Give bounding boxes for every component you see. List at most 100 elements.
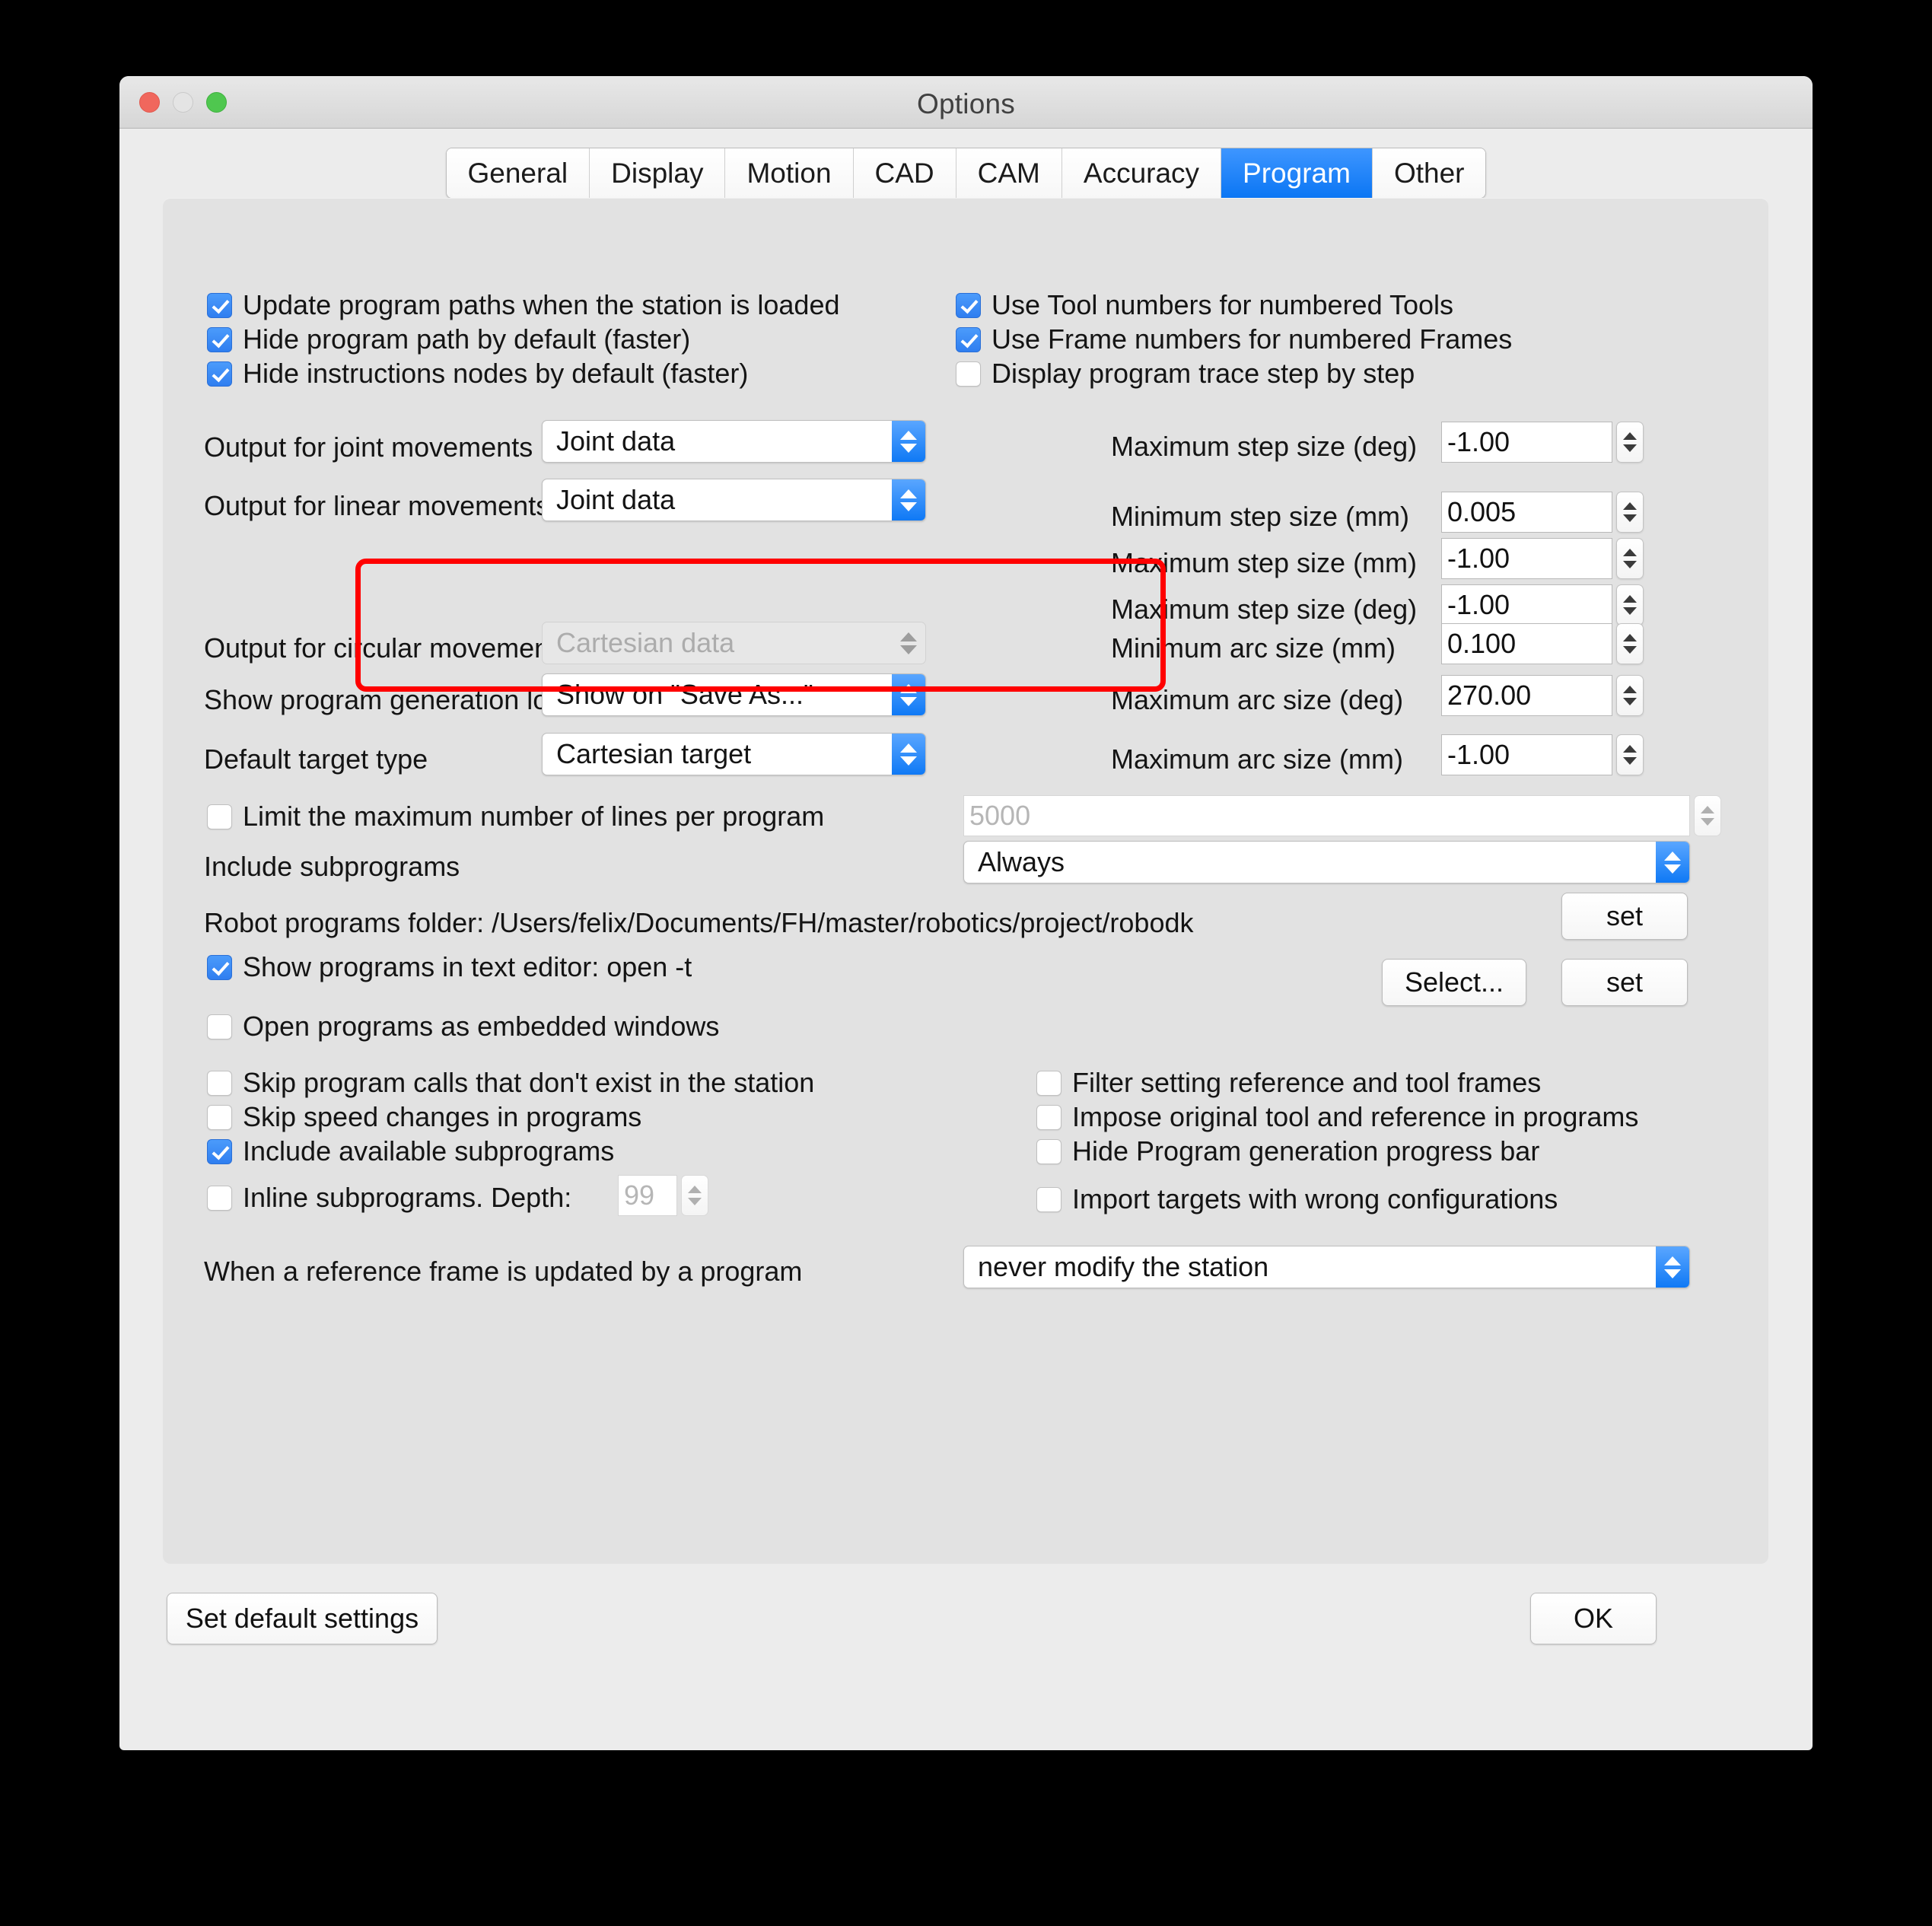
- checkmark-icon[interactable]: [207, 361, 232, 387]
- spinner-value[interactable]: 270.00: [1441, 675, 1612, 716]
- tab-cam[interactable]: CAM: [956, 148, 1062, 199]
- checkmark-icon[interactable]: [207, 292, 232, 318]
- label-output-linear-movements: Output for linear movements: [204, 490, 550, 521]
- checkbox-hide-progress-bar[interactable]: Hide Program generation progress bar: [1036, 1135, 1539, 1167]
- program-settings-panel: Update program paths when the station is…: [163, 198, 1768, 1564]
- label-include-subprograms: Include subprograms: [204, 851, 460, 882]
- set-programs-folder-button[interactable]: set: [1561, 893, 1688, 940]
- tab-bar: General Display Motion CAD CAM Accuracy …: [119, 148, 1813, 199]
- checkmark-icon[interactable]: [207, 1138, 232, 1164]
- spinner-value[interactable]: 0.005: [1441, 492, 1612, 533]
- checkbox-inline-subprograms[interactable]: Inline subprograms. Depth:: [207, 1182, 571, 1214]
- tab-cad[interactable]: CAD: [853, 148, 956, 199]
- checkbox-hide-instructions-nodes[interactable]: Hide instructions nodes by default (fast…: [207, 358, 748, 390]
- spinner-value[interactable]: -1.00: [1441, 422, 1612, 463]
- tab-other[interactable]: Other: [1372, 148, 1486, 199]
- stepper-arrows-icon[interactable]: [1616, 675, 1644, 716]
- window-titlebar: Options: [119, 76, 1813, 129]
- empty-checkbox-icon[interactable]: [207, 1070, 232, 1096]
- spinner-maximum-arc-size-mm[interactable]: -1.00: [1441, 734, 1644, 775]
- label-reference-frame-updated: When a reference frame is updated by a p…: [204, 1256, 803, 1287]
- label-maximum-step-size-mm: Maximum step size (mm): [1111, 547, 1418, 578]
- empty-checkbox-icon[interactable]: [1036, 1070, 1061, 1096]
- checkbox-skip-program-calls[interactable]: Skip program calls that don't exist in t…: [207, 1067, 814, 1099]
- stepper-arrows-icon[interactable]: [1616, 734, 1644, 775]
- chevron-updown-icon[interactable]: [892, 674, 925, 715]
- label-default-target-type: Default target type: [204, 743, 428, 775]
- checkbox-use-tool-numbers[interactable]: Use Tool numbers for numbered Tools: [956, 289, 1453, 321]
- tab-display[interactable]: Display: [590, 148, 726, 199]
- checkbox-import-targets-wrong-config[interactable]: Import targets with wrong configurations: [1036, 1183, 1558, 1215]
- spinner-value[interactable]: 0.100: [1441, 623, 1612, 664]
- empty-checkbox-icon[interactable]: [207, 1104, 232, 1130]
- select-text-editor-button[interactable]: Select...: [1382, 959, 1526, 1006]
- checkbox-update-program-paths[interactable]: Update program paths when the station is…: [207, 289, 840, 321]
- checkbox-skip-speed-changes[interactable]: Skip speed changes in programs: [207, 1101, 641, 1133]
- window-title: Options: [917, 88, 1015, 119]
- checkmark-icon[interactable]: [956, 326, 981, 352]
- checkbox-include-available-subprograms[interactable]: Include available subprograms: [207, 1135, 614, 1167]
- label-robot-programs-folder: Robot programs folder: /Users/felix/Docu…: [204, 907, 1194, 938]
- checkbox-filter-setting-reference[interactable]: Filter setting reference and tool frames: [1036, 1067, 1541, 1099]
- empty-checkbox-icon[interactable]: [207, 804, 232, 829]
- empty-checkbox-icon[interactable]: [1036, 1138, 1061, 1164]
- spinner-maximum-step-size-mm[interactable]: -1.00: [1441, 538, 1644, 579]
- stepper-arrows-icon[interactable]: [1616, 492, 1644, 533]
- inline-depth-input[interactable]: 99: [618, 1175, 677, 1216]
- spinner-value[interactable]: -1.00: [1441, 538, 1612, 579]
- checkmark-icon[interactable]: [956, 292, 981, 318]
- label-maximum-step-size-deg-1: Maximum step size (deg): [1111, 431, 1418, 462]
- stepper-arrows-icon[interactable]: [1616, 538, 1644, 579]
- spinner-max-lines[interactable]: 5000: [963, 795, 1721, 836]
- tab-motion[interactable]: Motion: [725, 148, 854, 199]
- ok-button[interactable]: OK: [1530, 1593, 1657, 1644]
- checkbox-open-embedded-windows[interactable]: Open programs as embedded windows: [207, 1011, 719, 1043]
- label-minimum-arc-size-mm: Minimum arc size (mm): [1111, 632, 1396, 664]
- combo-default-target-type[interactable]: Cartesian target: [542, 733, 926, 775]
- tab-program[interactable]: Program: [1221, 148, 1373, 199]
- chevron-updown-icon[interactable]: [1656, 1246, 1689, 1288]
- spinner-inline-depth[interactable]: 99: [618, 1175, 708, 1216]
- spinner-maximum-step-size-deg-1[interactable]: -1.00: [1441, 422, 1644, 463]
- empty-checkbox-icon[interactable]: [1036, 1104, 1061, 1130]
- spinner-maximum-arc-size-deg[interactable]: 270.00: [1441, 675, 1644, 716]
- checkbox-impose-original-tool[interactable]: Impose original tool and reference in pr…: [1036, 1101, 1638, 1133]
- spinner-value[interactable]: -1.00: [1441, 734, 1612, 775]
- set-text-editor-button[interactable]: set: [1561, 959, 1688, 1006]
- chevron-updown-icon[interactable]: [892, 421, 925, 462]
- checkbox-use-frame-numbers[interactable]: Use Frame numbers for numbered Frames: [956, 323, 1512, 355]
- empty-checkbox-icon[interactable]: [1036, 1186, 1061, 1212]
- chevron-updown-icon[interactable]: [892, 734, 925, 775]
- tab-accuracy[interactable]: Accuracy: [1061, 148, 1222, 199]
- spinner-maximum-step-size-deg-2[interactable]: -1.00: [1441, 584, 1644, 626]
- checkbox-show-programs-text-editor[interactable]: Show programs in text editor: open -t: [207, 951, 692, 983]
- stepper-arrows-icon[interactable]: [1616, 422, 1644, 463]
- combo-output-linear-movements[interactable]: Joint data: [542, 479, 926, 521]
- empty-checkbox-icon[interactable]: [956, 361, 981, 387]
- checkbox-limit-max-lines[interactable]: Limit the maximum number of lines per pr…: [207, 801, 824, 832]
- label-maximum-arc-size-deg: Maximum arc size (deg): [1111, 684, 1404, 715]
- checkbox-hide-program-path[interactable]: Hide program path by default (faster): [207, 323, 690, 355]
- spinner-minimum-arc-size-mm[interactable]: 0.100: [1441, 623, 1644, 664]
- chevron-updown-icon[interactable]: [892, 479, 925, 520]
- empty-checkbox-icon[interactable]: [207, 1014, 232, 1039]
- combo-show-program-generation-log[interactable]: Show on "Save As...": [542, 673, 926, 716]
- spinner-minimum-step-size-mm[interactable]: 0.005: [1441, 492, 1644, 533]
- checkmark-icon[interactable]: [207, 326, 232, 352]
- empty-checkbox-icon[interactable]: [207, 1185, 232, 1211]
- max-lines-input[interactable]: 5000: [963, 795, 1690, 836]
- tab-general[interactable]: General: [446, 148, 590, 199]
- checkbox-display-program-trace[interactable]: Display program trace step by step: [956, 358, 1415, 390]
- chevron-updown-icon[interactable]: [1656, 842, 1689, 883]
- combo-output-joint-movements[interactable]: Joint data: [542, 420, 926, 463]
- combo-output-circular-movements: Cartesian data: [542, 622, 926, 664]
- set-default-settings-button[interactable]: Set default settings: [167, 1593, 438, 1644]
- combo-reference-frame-updated[interactable]: never modify the station: [963, 1246, 1690, 1288]
- spinner-value[interactable]: -1.00: [1441, 584, 1612, 626]
- dialog-footer: Set default settings OK: [119, 1587, 1813, 1678]
- stepper-arrows-icon[interactable]: [1616, 623, 1644, 664]
- stepper-arrows-icon[interactable]: [1616, 584, 1644, 626]
- checkmark-icon[interactable]: [207, 954, 232, 980]
- chevron-updown-icon: [892, 622, 925, 664]
- combo-include-subprograms[interactable]: Always: [963, 841, 1690, 883]
